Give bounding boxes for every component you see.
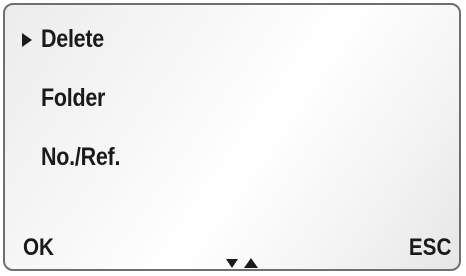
scroll-down-icon (226, 259, 238, 268)
esc-softkey[interactable]: ESC (409, 234, 451, 262)
scroll-up-icon (244, 258, 258, 268)
selection-cursor-icon (22, 33, 32, 47)
menu-item-no-ref[interactable]: No./Ref. (41, 143, 120, 172)
lcd-display: Delete Folder No./Ref. OK ESC (3, 3, 461, 271)
menu-item-folder[interactable]: Folder (41, 84, 105, 113)
menu-item-delete[interactable]: Delete (41, 25, 104, 54)
scroll-indicator (226, 257, 266, 269)
ok-softkey[interactable]: OK (23, 234, 54, 262)
